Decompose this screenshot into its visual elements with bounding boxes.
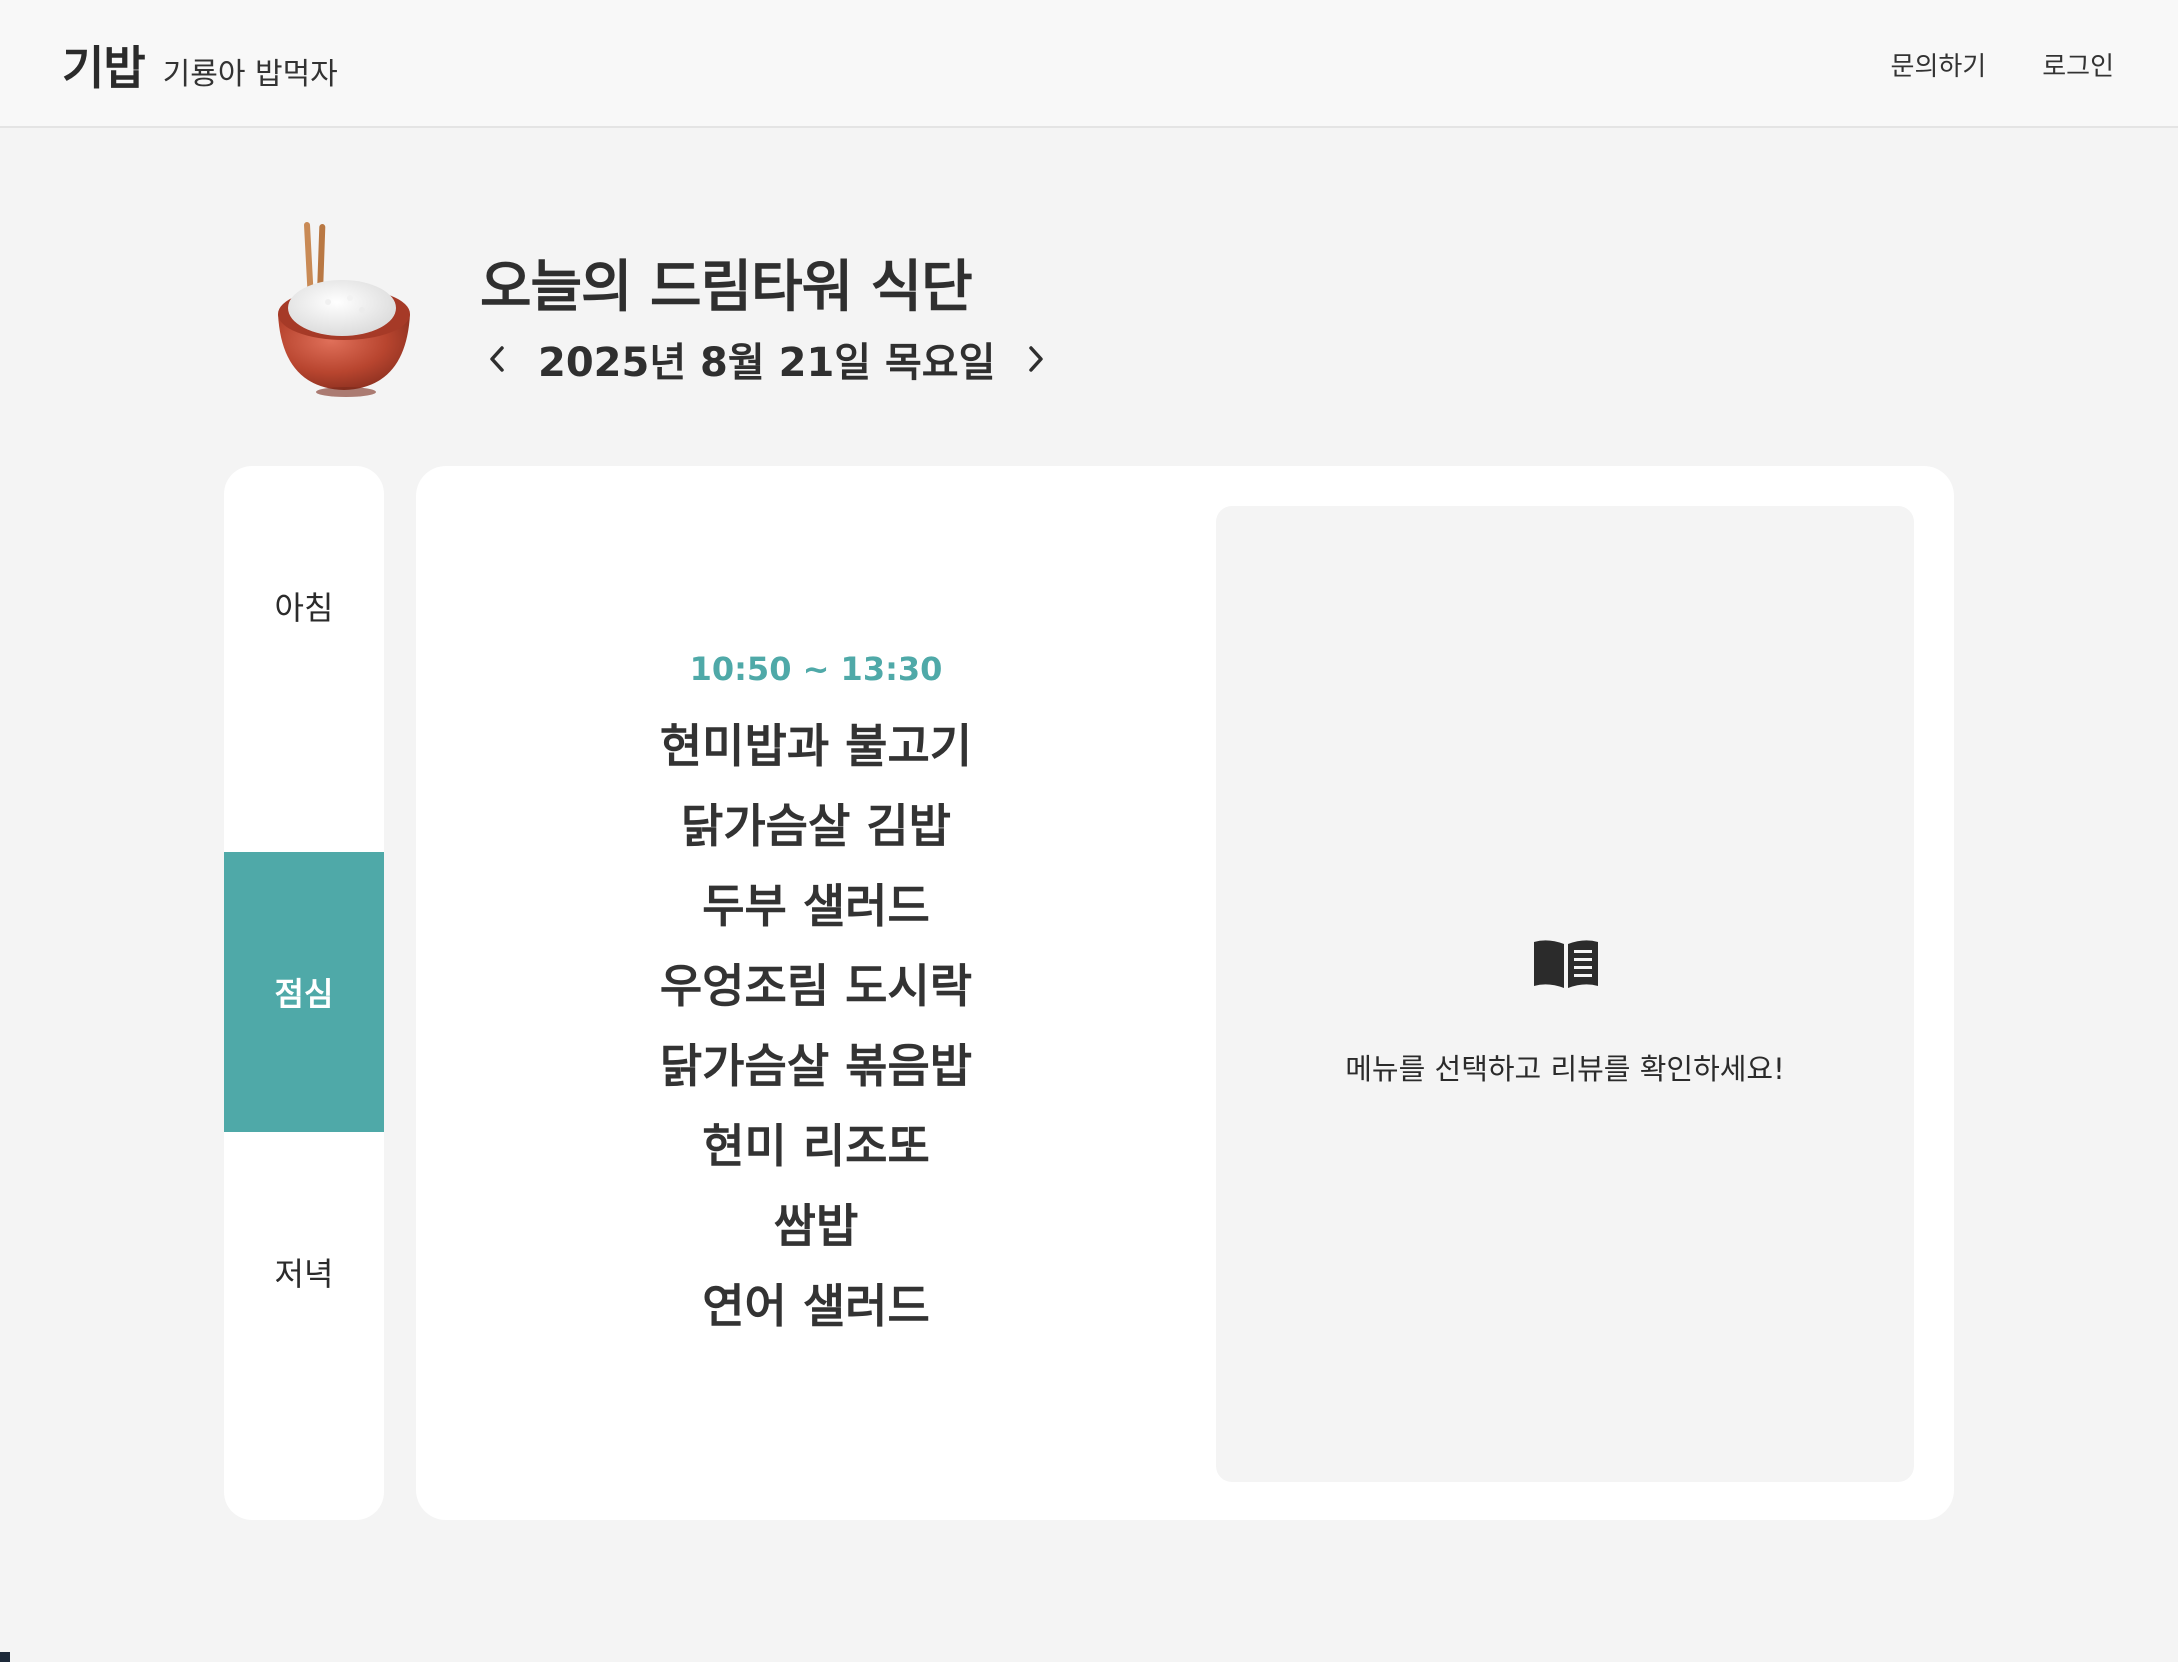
tab-dinner[interactable]: 저녁 [224,1132,384,1412]
tab-lunch[interactable]: 점심 [224,852,384,1132]
page-title: 오늘의 드림타워 식단 [480,255,973,320]
open-book-icon [1534,940,1598,988]
rice-bowl-with-chopsticks-icon [278,222,410,397]
review-placeholder: 메뉴를 선택하고 리뷰를 확인하세요! [1345,1052,1785,1086]
menu-item[interactable]: 닭가슴살 볶음밥 [416,1026,1216,1106]
menu-item[interactable]: 두부 샐러드 [416,866,1216,946]
menu-list: 현미밥과 불고기 닭가슴살 김밥 두부 샐러드 우엉조림 도시락 닭가슴살 볶음… [416,706,1216,1346]
header-nav: 문의하기 로그인 [1891,46,2114,83]
menu-item[interactable]: 닭가슴살 김밥 [416,786,1216,866]
menu-item[interactable]: 현미밥과 불고기 [416,706,1216,786]
window-corner [0,1652,10,1662]
hero-section: 오늘의 드림타워 식단 2025년 8월 21일 목요일 [270,218,1470,398]
menu-item[interactable]: 우엉조림 도시락 [416,946,1216,1026]
brand-title: 기밥 [62,41,146,95]
top-header: 기밥 기룡아 밥먹자 문의하기 로그인 [0,0,2178,128]
review-area: 메뉴를 선택하고 리뷰를 확인하세요! [1216,506,1914,1482]
chevron-right-icon [1029,346,1044,372]
chevron-left-icon [490,346,504,372]
login-link[interactable]: 로그인 [2042,46,2114,83]
menu-column: 10:50 ~ 13:30 현미밥과 불고기 닭가슴살 김밥 두부 샐러드 우엉… [416,466,1216,1520]
brand-subtitle: 기룡아 밥먹자 [162,57,338,92]
current-date: 2025년 8월 21일 목요일 [538,340,996,386]
menu-item[interactable]: 쌈밥 [416,1186,1216,1266]
prev-day-button[interactable] [482,339,512,379]
menu-item[interactable]: 현미 리조또 [416,1106,1216,1186]
brand[interactable]: 기밥 기룡아 밥먹자 [62,32,338,98]
meal-time: 10:50 ~ 13:30 [689,650,943,688]
meal-tabs: 아침 점심 저녁 [224,466,384,1520]
menu-item[interactable]: 연어 샐러드 [416,1266,1216,1346]
tab-breakfast[interactable]: 아침 [224,466,384,746]
next-day-button[interactable] [1021,339,1051,379]
menu-panel: 10:50 ~ 13:30 현미밥과 불고기 닭가슴살 김밥 두부 샐러드 우엉… [416,466,1954,1520]
contact-link[interactable]: 문의하기 [1891,46,1987,83]
date-navigator: 2025년 8월 21일 목요일 [482,330,1051,388]
